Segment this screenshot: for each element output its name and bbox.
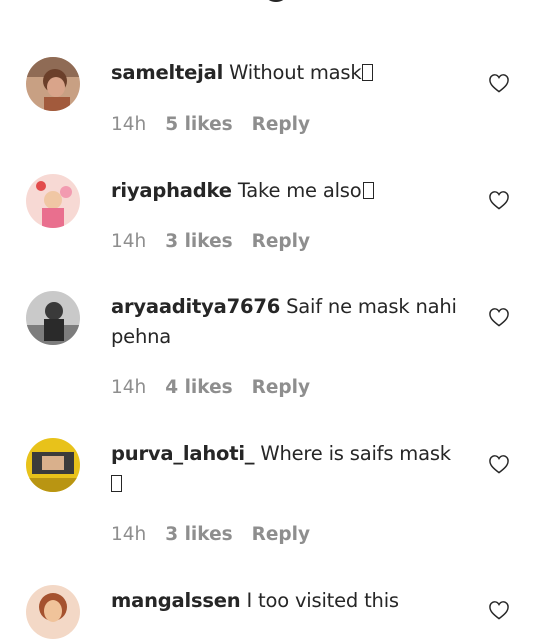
comment-username[interactable]: riyaphadke	[111, 179, 232, 202]
comment-meta: 14h 3 likes Reply	[111, 524, 329, 546]
heart-outline-icon[interactable]	[488, 307, 510, 327]
reply-button[interactable]: Reply	[252, 231, 310, 252]
comment-body: Saif ne mask nahi	[286, 295, 457, 318]
comment-likes[interactable]: 5 likes	[165, 114, 232, 135]
heart-outline-icon[interactable]	[488, 190, 510, 210]
reply-button[interactable]: Reply	[252, 377, 310, 398]
comment-time: 14h	[111, 524, 147, 545]
reply-button[interactable]: Reply	[252, 114, 310, 135]
comment-time: 14h	[111, 231, 147, 252]
avatar[interactable]	[26, 174, 80, 228]
heart-outline-icon[interactable]	[488, 73, 510, 93]
comment-body: I too visited this	[246, 589, 399, 612]
avatar[interactable]	[26, 57, 80, 111]
missing-glyph-icon	[362, 182, 374, 199]
avatar[interactable]	[26, 291, 80, 345]
avatar[interactable]	[26, 585, 80, 639]
comment-text: sameltejal Without mask	[111, 58, 471, 88]
comment-username[interactable]: purva_lahoti_	[111, 442, 255, 465]
comment-likes[interactable]: 3 likes	[165, 231, 232, 252]
comment-time: 14h	[111, 114, 147, 135]
comment-text: mangalssen I too visited this	[111, 586, 471, 616]
heart-outline-icon[interactable]	[488, 454, 510, 474]
heart-outline-icon[interactable]	[488, 600, 510, 620]
comment-meta: 14h 5 likes Reply	[111, 114, 329, 136]
comment-meta: 14h 4 likes Reply	[111, 377, 329, 399]
avatar[interactable]	[26, 438, 80, 492]
reply-button[interactable]: Reply	[252, 524, 310, 545]
comment-likes[interactable]: 4 likes	[165, 377, 232, 398]
comment-text: purva_lahoti_ Where is saifs mask	[111, 439, 471, 499]
comment-body: Where is saifs mask	[260, 442, 451, 465]
comment-username[interactable]: mangalssen	[111, 589, 241, 612]
comment-text: riyaphadke Take me also	[111, 176, 471, 206]
comment-body: Without mask	[229, 61, 362, 84]
missing-glyph-icon	[362, 64, 374, 81]
comment-username[interactable]: aryaaditya7676	[111, 295, 280, 318]
comment-meta: 14h 3 likes Reply	[111, 231, 329, 253]
comment-body-continuation: pehna	[111, 325, 172, 348]
comment-username[interactable]: sameltejal	[111, 61, 223, 84]
comment-time: 14h	[111, 377, 147, 398]
missing-glyph-icon	[111, 475, 122, 492]
comment-likes[interactable]: 3 likes	[165, 524, 232, 545]
top-icon-partial	[262, 0, 290, 2]
comment-body: Take me also	[237, 179, 362, 202]
comment-text: aryaaditya7676 Saif ne mask nahi pehna	[111, 292, 471, 352]
